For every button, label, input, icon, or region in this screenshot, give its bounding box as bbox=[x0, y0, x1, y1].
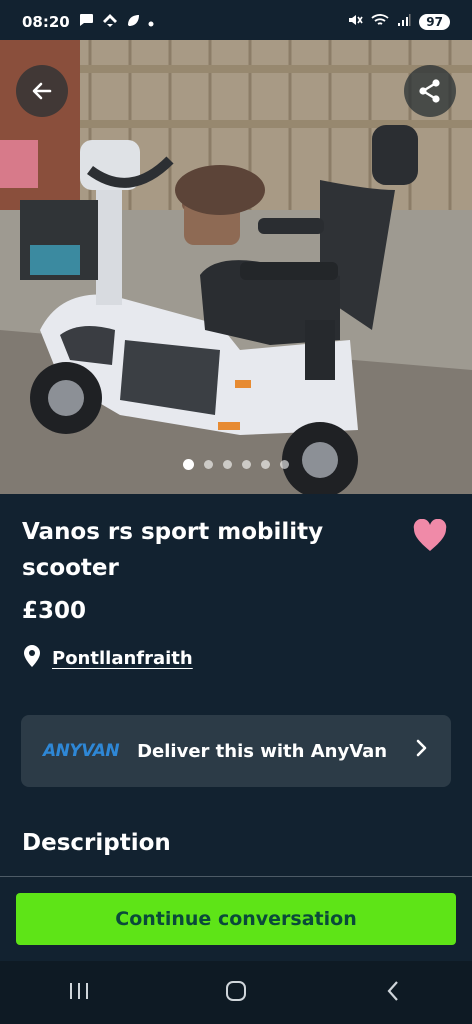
arrow-left-icon bbox=[30, 79, 54, 103]
cta-bar: Continue conversation bbox=[0, 877, 472, 961]
battery-indicator: 97 bbox=[419, 14, 450, 30]
system-back-button[interactable] bbox=[373, 973, 413, 1013]
gallery-pagination bbox=[0, 459, 472, 470]
status-bar: 08:20 97 bbox=[0, 0, 472, 44]
feedly-icon bbox=[102, 13, 118, 31]
home-button[interactable] bbox=[216, 973, 256, 1013]
share-icon bbox=[417, 78, 443, 104]
gallery-dot[interactable] bbox=[261, 460, 270, 469]
delivery-text: Deliver this with AnyVan bbox=[137, 740, 388, 762]
share-button[interactable] bbox=[404, 65, 456, 117]
continue-conversation-button[interactable]: Continue conversation bbox=[16, 893, 456, 945]
anyvan-logo: ANYVAN bbox=[43, 741, 120, 761]
anyvan-delivery-card[interactable]: ANYVAN Deliver this with AnyVan bbox=[21, 715, 451, 787]
recent-apps-button[interactable] bbox=[59, 973, 99, 1013]
favourite-button[interactable] bbox=[412, 518, 448, 553]
leaf-icon bbox=[126, 13, 140, 31]
gallery-dot[interactable] bbox=[223, 460, 232, 469]
status-right: 97 bbox=[347, 13, 450, 31]
chevron-left-icon bbox=[386, 980, 400, 1006]
listing-photo-gallery[interactable] bbox=[0, 40, 472, 494]
recent-apps-icon bbox=[68, 981, 90, 1005]
signal-icon bbox=[397, 13, 411, 31]
wifi-icon bbox=[371, 13, 389, 31]
description-heading: Description bbox=[22, 830, 171, 856]
status-time: 08:20 bbox=[22, 13, 70, 31]
status-left: 08:20 bbox=[22, 13, 154, 31]
scooter-photo bbox=[0, 40, 472, 494]
listing-title: Vanos rs sport mobility scooter bbox=[22, 519, 324, 581]
chevron-right-icon bbox=[415, 738, 429, 764]
back-button[interactable] bbox=[16, 65, 68, 117]
listing-price: £300 bbox=[22, 598, 87, 624]
system-navigation-bar bbox=[0, 961, 472, 1024]
location-pin-icon bbox=[22, 644, 42, 673]
mute-icon bbox=[347, 13, 363, 31]
gallery-dot[interactable] bbox=[242, 460, 251, 469]
location-link[interactable]: Pontllanfraith bbox=[52, 648, 193, 669]
heart-icon bbox=[412, 518, 448, 557]
gallery-dot[interactable] bbox=[280, 460, 289, 469]
chat-icon bbox=[78, 13, 94, 31]
gallery-dot[interactable] bbox=[183, 459, 194, 470]
gallery-dot[interactable] bbox=[204, 460, 213, 469]
home-icon bbox=[225, 980, 247, 1006]
listing-location[interactable]: Pontllanfraith bbox=[22, 644, 193, 673]
dot-icon bbox=[148, 13, 154, 31]
